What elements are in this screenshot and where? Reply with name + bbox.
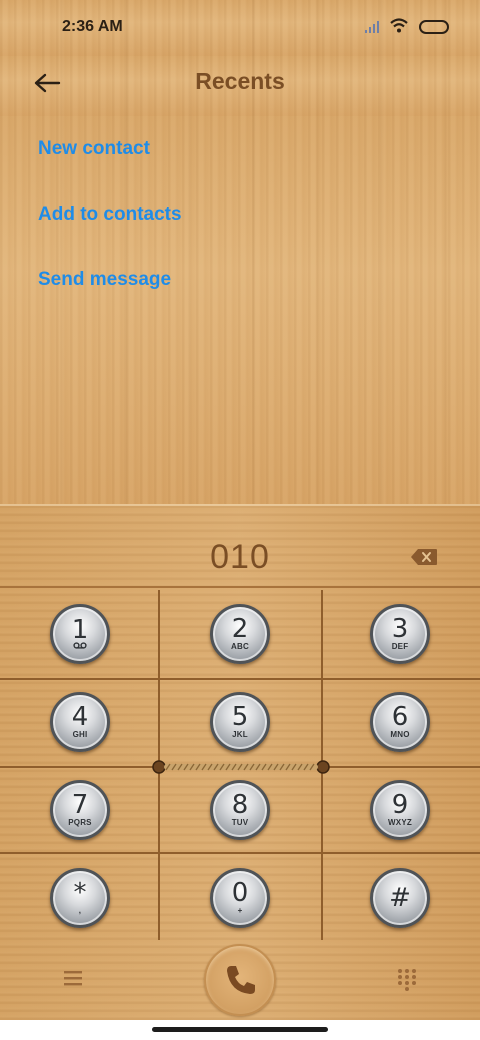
key-letters: TUV xyxy=(231,817,249,827)
keypad: 1 2 ABC 3 DEF 4 GHI 5 JKL 6 MNO 7 PQRS 8… xyxy=(0,590,480,940)
add-to-contacts-link[interactable]: Add to contacts xyxy=(38,204,182,226)
menu-icon xyxy=(64,971,82,986)
key-letters: MNO xyxy=(390,729,410,739)
key-2[interactable]: 2 ABC xyxy=(160,590,320,677)
dialed-number[interactable]: 010 xyxy=(0,538,480,577)
key-3-button[interactable]: 3 DEF xyxy=(370,603,430,664)
voicemail-icon xyxy=(73,642,87,649)
key-letters: PQRS xyxy=(68,817,92,827)
signal-icon xyxy=(365,21,379,33)
actions-panel: New contact Add to contacts Send message xyxy=(0,116,480,504)
wifi-icon xyxy=(390,18,408,33)
key-digit: 8 xyxy=(231,789,249,820)
key-0[interactable]: 0 + xyxy=(160,854,320,941)
backspace-button[interactable] xyxy=(410,548,438,566)
key-digit: * xyxy=(73,877,87,908)
key-6-button[interactable]: 6 MNO xyxy=(370,691,430,752)
key-letters: DEF xyxy=(391,641,409,651)
key-digit: 6 xyxy=(391,701,409,732)
keypad-toggle-button[interactable] xyxy=(396,968,418,992)
dialer-bottom-bar xyxy=(0,940,480,1020)
key-1-button[interactable]: 1 xyxy=(50,603,110,664)
phone-icon xyxy=(227,966,255,994)
key-5[interactable]: 5 JKL xyxy=(160,678,320,765)
key-7[interactable]: 7 PQRS xyxy=(0,766,160,853)
key-9-button[interactable]: 9 WXYZ xyxy=(370,779,430,840)
key-4[interactable]: 4 GHI xyxy=(0,678,160,765)
menu-button[interactable] xyxy=(62,968,84,988)
key-letters: , xyxy=(78,905,82,915)
key-digit: 0 xyxy=(231,877,249,908)
key-hash[interactable]: # xyxy=(320,854,480,941)
key-letters: WXYZ xyxy=(388,817,412,827)
key-4-button[interactable]: 4 GHI xyxy=(50,691,110,752)
key-7-button[interactable]: 7 PQRS xyxy=(50,779,110,840)
call-button[interactable] xyxy=(204,944,276,1016)
key-1[interactable]: 1 xyxy=(0,590,160,677)
key-hash-button[interactable]: # xyxy=(370,867,430,928)
key-9[interactable]: 9 WXYZ xyxy=(320,766,480,853)
status-time: 2:36 AM xyxy=(62,18,123,35)
key-0-button[interactable]: 0 + xyxy=(210,867,270,928)
new-contact-link[interactable]: New contact xyxy=(38,138,150,160)
backspace-icon xyxy=(411,549,437,565)
key-3[interactable]: 3 DEF xyxy=(320,590,480,677)
key-digit: 1 xyxy=(71,615,89,645)
key-star-button[interactable]: * , xyxy=(50,867,110,928)
header-bar: Recents xyxy=(0,56,480,116)
home-indicator[interactable] xyxy=(152,1027,328,1032)
key-letters: JKL xyxy=(232,729,248,739)
send-message-link[interactable]: Send message xyxy=(38,269,171,291)
key-letters: ABC xyxy=(231,641,249,651)
dialpad-icon xyxy=(398,969,416,991)
number-display-row: 010 xyxy=(0,504,480,588)
dialer-panel: 010 1 2 ABC 3 DEF 4 GHI 5 JKL 6 MNO 7 PQ… xyxy=(0,504,480,1020)
key-2-button[interactable]: 2 ABC xyxy=(210,603,270,664)
rope-decoration xyxy=(152,760,330,774)
key-digit: # xyxy=(389,882,411,913)
key-8[interactable]: 8 TUV xyxy=(160,766,320,853)
page-title: Recents xyxy=(195,68,285,94)
key-6[interactable]: 6 MNO xyxy=(320,678,480,765)
battery-icon xyxy=(419,20,449,34)
key-8-button[interactable]: 8 TUV xyxy=(210,779,270,840)
key-5-button[interactable]: 5 JKL xyxy=(210,691,270,752)
key-digit: 9 xyxy=(391,789,409,820)
status-bar: 2:36 AM xyxy=(0,0,480,56)
key-digit: 3 xyxy=(391,613,409,644)
key-letters: GHI xyxy=(72,729,88,739)
key-digit: 2 xyxy=(231,613,249,644)
key-star[interactable]: * , xyxy=(0,854,160,941)
key-digit: 4 xyxy=(71,701,89,732)
key-digit: 5 xyxy=(231,701,249,732)
navigation-bar xyxy=(0,1020,480,1040)
key-digit: 7 xyxy=(71,789,89,820)
key-letters: + xyxy=(237,905,243,915)
